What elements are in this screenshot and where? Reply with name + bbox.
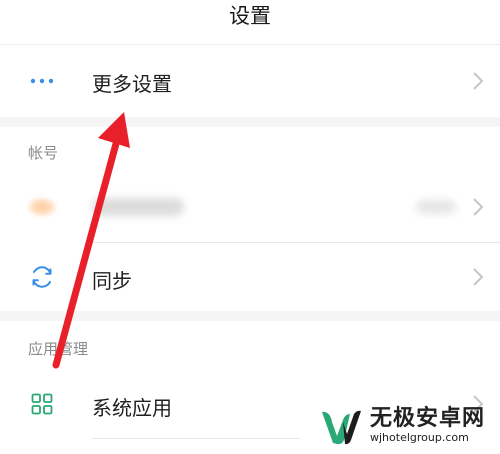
row-divider xyxy=(92,438,300,439)
account-value-blurred xyxy=(416,200,456,214)
section-gap xyxy=(0,117,500,127)
chevron-right-icon xyxy=(473,268,484,286)
chevron-right-icon xyxy=(473,72,484,90)
watermark-url: wjhotelgroup.com xyxy=(370,431,469,444)
page-title: 设置 xyxy=(229,4,271,28)
watermark-logo-icon xyxy=(322,410,361,445)
title-bar: 设置 xyxy=(0,0,500,44)
section-gap xyxy=(0,311,500,321)
system-apps-label: 系统应用 xyxy=(92,396,172,420)
sync-row[interactable]: 同步 xyxy=(0,243,500,311)
settings-screen: 设置 更多设置 帐号 同步 应用管理 系统应用 无极安卓网 wjhotelgro… xyxy=(0,0,500,454)
account-name-blurred xyxy=(92,198,184,216)
section-header-account: 帐号 xyxy=(28,144,59,162)
chevron-right-icon xyxy=(473,198,484,216)
avatar xyxy=(28,193,56,221)
watermark-title: 无极安卓网 xyxy=(370,406,486,431)
sync-label: 同步 xyxy=(92,269,132,293)
more-settings-label: 更多设置 xyxy=(92,72,172,96)
section-header-app-management: 应用管理 xyxy=(28,340,89,358)
more-settings-row[interactable]: 更多设置 xyxy=(0,45,500,117)
more-dots-icon xyxy=(28,67,56,95)
watermark: 无极安卓网 wjhotelgroup.com xyxy=(316,402,496,450)
sync-icon xyxy=(28,263,56,291)
grid-icon xyxy=(28,390,56,418)
